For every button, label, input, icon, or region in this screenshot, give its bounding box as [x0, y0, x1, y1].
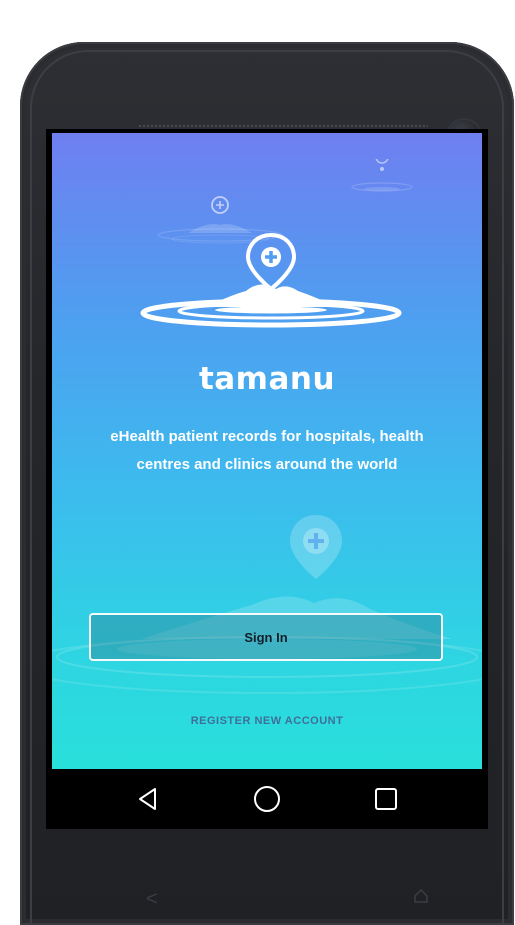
- android-navigation-bar: [46, 769, 488, 829]
- triangle-back-icon: [139, 788, 156, 810]
- nav-home-button[interactable]: [247, 779, 287, 819]
- square-recents-icon: [375, 788, 397, 810]
- hardware-back-icon: <: [146, 888, 158, 910]
- login-screen: tamanu eHealth patient records for hospi…: [52, 133, 482, 769]
- device-stage: < tamanu eHealth patient records for hos…: [0, 0, 515, 925]
- nav-recents-button[interactable]: [366, 779, 406, 819]
- register-new-account-link[interactable]: REGISTER NEW ACCOUNT: [52, 715, 482, 727]
- tagline-line-1: eHealth patient records for hospitals, h…: [110, 428, 424, 445]
- hardware-home-icon: [414, 888, 428, 903]
- sign-in-button[interactable]: Sign In: [89, 613, 443, 661]
- background-pin-decoration-icon: [52, 515, 482, 694]
- app-brand-name: tamanu: [198, 361, 336, 397]
- app-tagline: eHealth patient records for hospitals, h…: [72, 423, 462, 479]
- phone-screen: tamanu eHealth patient records for hospi…: [46, 129, 488, 829]
- circle-home-icon: [254, 786, 280, 812]
- tagline-line-2: centres and clinics around the world: [136, 456, 398, 473]
- small-pin-decoration-icon: [351, 159, 413, 192]
- tamanu-logo-icon: [140, 232, 402, 328]
- nav-back-button[interactable]: [128, 779, 168, 819]
